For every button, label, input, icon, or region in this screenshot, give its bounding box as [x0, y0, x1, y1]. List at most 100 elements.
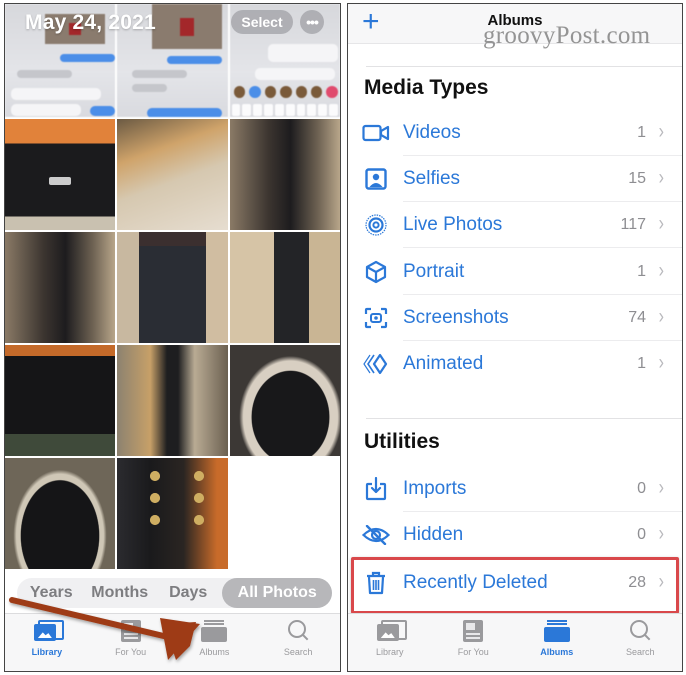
album-row-imports[interactable]: Imports 0 › — [348, 466, 682, 512]
more-options-button[interactable]: ••• — [300, 10, 324, 34]
tab-albums[interactable]: Albums — [515, 614, 599, 671]
tab-label: For You — [115, 647, 147, 657]
photo-thumbnail[interactable] — [229, 119, 340, 230]
album-count: 74 — [628, 309, 646, 326]
album-label: Hidden — [403, 524, 464, 545]
watermark: groovyPost.com — [483, 22, 651, 49]
album-label: Portrait — [403, 261, 465, 282]
album-label: Animated — [403, 353, 484, 374]
album-row-hidden[interactable]: Hidden 0 › — [348, 512, 682, 558]
trash-icon — [362, 571, 390, 595]
chevron-right-icon: › — [658, 213, 664, 236]
albums-icon — [543, 620, 570, 642]
video-camera-icon — [362, 121, 390, 145]
for-you-icon — [120, 620, 141, 642]
album-row-animated[interactable]: Animated 1 › — [348, 341, 682, 387]
section-title-media-types: Media Types — [364, 76, 489, 99]
album-count: 117 — [620, 216, 646, 233]
animated-icon — [362, 352, 390, 376]
tab-label: Search — [283, 647, 313, 657]
segment-years[interactable]: Years — [17, 584, 85, 602]
divider — [403, 247, 682, 248]
empty-grid-cell — [229, 458, 340, 569]
chevron-right-icon: › — [658, 477, 664, 500]
tab-for-you[interactable]: For You — [432, 614, 516, 671]
import-tray-icon — [362, 477, 390, 501]
photo-thumbnail[interactable] — [5, 119, 116, 230]
tab-bar: Library For You Albums Search — [5, 613, 340, 671]
chevron-right-icon: › — [658, 523, 664, 546]
tab-search[interactable]: Search — [599, 614, 683, 671]
albums-icon — [201, 620, 228, 642]
album-label: Recently Deleted — [403, 572, 548, 593]
tab-label: Albums — [540, 647, 574, 657]
album-count: 1 — [637, 355, 646, 372]
album-count: 0 — [637, 480, 646, 497]
date-title: May 24, 2021 — [25, 11, 156, 34]
view-segmented-control: Years Months Days All Photos — [17, 578, 333, 608]
album-count: 1 — [637, 124, 646, 141]
album-row-videos[interactable]: Videos 1 › — [348, 110, 682, 156]
tab-label: Library — [375, 647, 404, 657]
search-icon — [627, 620, 653, 642]
albums-screen: + Albums groovyPost.com Media Types Vide… — [347, 3, 683, 672]
tab-search[interactable]: Search — [256, 614, 340, 671]
album-row-recently-deleted[interactable]: Recently Deleted 28 › — [348, 560, 682, 606]
live-photo-icon — [362, 213, 390, 237]
tab-library[interactable]: Library — [348, 614, 432, 671]
tab-label: For You — [457, 647, 489, 657]
photo-thumbnail[interactable] — [117, 119, 228, 230]
section-title-utilities: Utilities — [364, 430, 440, 453]
search-icon — [285, 620, 311, 642]
photo-thumbnail[interactable] — [117, 232, 228, 343]
tab-label: Library — [31, 647, 63, 657]
chevron-right-icon: › — [658, 571, 664, 594]
album-label: Imports — [403, 478, 467, 499]
album-count: 15 — [628, 170, 646, 187]
album-label: Videos — [403, 122, 461, 143]
album-row-selfies[interactable]: Selfies 15 › — [348, 156, 682, 202]
screenshot-icon — [362, 306, 390, 330]
photo-thumbnail[interactable] — [117, 345, 228, 456]
photo-thumbnail[interactable] — [117, 458, 228, 569]
album-label: Live Photos — [403, 214, 503, 235]
album-row-portrait[interactable]: Portrait 1 › — [348, 249, 682, 295]
divider — [366, 66, 682, 67]
tab-label: Search — [625, 647, 655, 657]
segment-months[interactable]: Months — [85, 584, 153, 602]
photo-library-icon — [33, 620, 64, 642]
segment-days[interactable]: Days — [154, 584, 222, 602]
chevron-right-icon: › — [658, 121, 664, 144]
photo-thumbnail[interactable] — [5, 232, 116, 343]
tab-label: Albums — [199, 647, 230, 657]
selfie-portrait-icon — [362, 167, 390, 191]
photo-library-icon — [376, 620, 407, 642]
photo-thumbnail[interactable] — [229, 232, 340, 343]
library-screen: May 24, 2021 Select ••• Years Months Day… — [4, 3, 341, 672]
album-label: Screenshots — [403, 307, 509, 328]
photo-thumbnail[interactable] — [5, 458, 116, 569]
eye-slash-icon — [362, 523, 390, 547]
chevron-right-icon: › — [658, 352, 664, 375]
tab-albums[interactable]: Albums — [173, 614, 257, 671]
tab-library[interactable]: Library — [5, 614, 89, 671]
select-button[interactable]: Select — [231, 10, 293, 34]
cube-icon — [362, 260, 390, 284]
tab-bar: Library For You Albums Search — [348, 613, 682, 671]
tab-for-you[interactable]: For You — [89, 614, 173, 671]
photo-thumbnail[interactable] — [5, 345, 116, 456]
divider — [366, 418, 682, 419]
album-count: 1 — [637, 263, 646, 280]
photo-thumbnail[interactable] — [229, 345, 340, 456]
for-you-icon — [463, 620, 484, 642]
chevron-right-icon: › — [658, 260, 664, 283]
album-label: Selfies — [403, 168, 461, 189]
album-row-screenshots[interactable]: Screenshots 74 › — [348, 295, 682, 341]
segment-all-photos[interactable]: All Photos — [222, 578, 333, 608]
album-count: 28 — [628, 574, 646, 591]
album-count: 0 — [637, 526, 646, 543]
photo-grid — [5, 119, 340, 569]
chevron-right-icon: › — [658, 167, 664, 190]
album-row-live-photos[interactable]: Live Photos 117 › — [348, 202, 682, 248]
chevron-right-icon: › — [658, 306, 664, 329]
